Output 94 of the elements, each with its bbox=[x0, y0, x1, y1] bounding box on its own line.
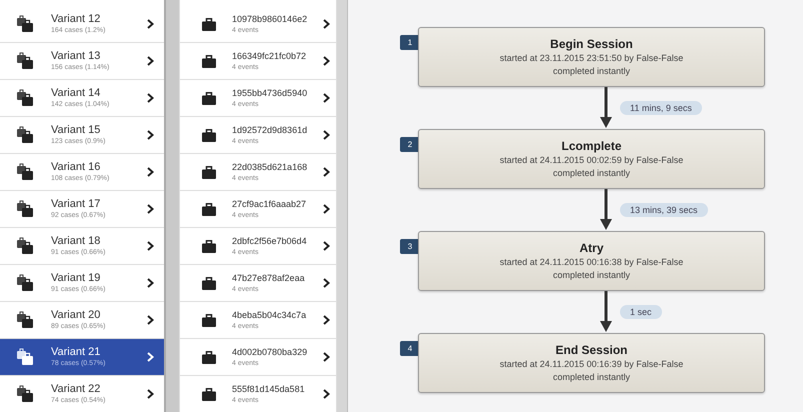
briefcases-icon bbox=[16, 311, 34, 329]
duration-label: 1 sec bbox=[620, 305, 662, 319]
briefcase-icon bbox=[202, 202, 216, 216]
step-number-badge: 4 bbox=[400, 341, 420, 356]
chevron-right-icon bbox=[323, 315, 330, 325]
activity-start: started at 24.11.2015 00:16:39 by False-False bbox=[500, 358, 684, 371]
activity-title: Begin Session bbox=[550, 36, 633, 52]
chevron-right-icon bbox=[323, 93, 330, 103]
chevron-right-icon bbox=[147, 167, 154, 177]
briefcases-icon bbox=[16, 348, 34, 366]
briefcases-icon bbox=[16, 52, 34, 70]
briefcase-icon bbox=[202, 18, 216, 30]
activity-title: Lcomplete bbox=[561, 138, 622, 154]
briefcase-icon bbox=[202, 166, 216, 178]
activity-card[interactable]: Lcomplete started at 24.11.2015 00:02:59 by False-False completed instantly bbox=[418, 129, 765, 189]
chevron-right-icon bbox=[323, 389, 330, 399]
activity-completion: completed instantly bbox=[552, 371, 630, 384]
down-arrow bbox=[600, 87, 612, 128]
case-id: 27cf9ac1f6aaab27 bbox=[232, 198, 308, 211]
briefcases-icon bbox=[16, 163, 34, 181]
case-id: 22d0385d621a168 bbox=[232, 161, 308, 174]
briefcase-icon bbox=[202, 388, 216, 400]
variant-name: Variant 17 bbox=[51, 198, 102, 211]
activity-completion: completed instantly bbox=[552, 167, 630, 180]
briefcases-icon bbox=[16, 15, 34, 33]
chevron-right-icon bbox=[323, 167, 330, 177]
step-number-badge: 2 bbox=[400, 137, 420, 152]
briefcase-icon bbox=[202, 276, 216, 290]
case-id: 2dbfc2f56e7b06d4 bbox=[232, 235, 308, 248]
chevron-right-icon bbox=[323, 352, 330, 362]
down-arrow bbox=[600, 189, 612, 230]
activity-completion: completed instantly bbox=[552, 65, 630, 78]
chevron-right-icon bbox=[323, 278, 330, 288]
variant-name: Variant 21 bbox=[51, 346, 102, 359]
activity-card[interactable]: End Session started at 24.11.2015 00:16:39 by False-False completed instantly bbox=[418, 333, 765, 393]
chevron-right-icon bbox=[147, 93, 154, 103]
activity-start: started at 24.11.2015 00:16:38 by False-False bbox=[500, 256, 684, 269]
chevron-right-icon bbox=[323, 130, 330, 140]
briefcases-icon bbox=[16, 89, 34, 107]
briefcase-icon bbox=[202, 128, 216, 142]
briefcase-icon bbox=[202, 92, 216, 104]
case-id: 555f81d145da581 bbox=[232, 383, 306, 396]
variant-name: Variant 19 bbox=[51, 272, 102, 285]
variant-name: Variant 13 bbox=[51, 50, 102, 63]
activity-card[interactable]: Begin Session started at 23.11.2015 23:51:50 by False-False completed instantly bbox=[418, 27, 765, 87]
briefcases-icon bbox=[16, 274, 34, 292]
activity-title: Atry bbox=[579, 240, 604, 256]
chevron-right-icon bbox=[147, 241, 154, 251]
briefcase-icon bbox=[202, 54, 216, 68]
chevron-right-icon bbox=[147, 204, 154, 214]
case-id: 10978b9860146e2 bbox=[232, 13, 308, 26]
activity-card[interactable]: Atry started at 24.11.2015 00:16:38 by False-False completed instantly bbox=[418, 231, 765, 291]
briefcases-icon bbox=[16, 200, 34, 218]
chevron-right-icon bbox=[147, 130, 154, 140]
briefcase-icon bbox=[202, 240, 216, 252]
step-number-badge: 1 bbox=[400, 35, 420, 50]
down-arrow bbox=[600, 291, 612, 332]
case-id: 47b27e878af2eaa bbox=[232, 272, 306, 285]
chevron-right-icon bbox=[323, 56, 330, 66]
briefcases-icon bbox=[16, 237, 34, 255]
variant-name: Variant 12 bbox=[51, 13, 102, 26]
chevron-right-icon bbox=[147, 389, 154, 399]
chevron-right-icon bbox=[147, 56, 154, 66]
variant-name: Variant 22 bbox=[51, 383, 102, 396]
chevron-right-icon bbox=[147, 315, 154, 325]
briefcases-icon bbox=[16, 385, 34, 403]
case-id: 1d92572d9d8361d bbox=[232, 124, 308, 137]
variant-name: Variant 20 bbox=[51, 309, 102, 322]
chevron-right-icon bbox=[147, 19, 154, 29]
duration-label: 11 mins, 9 secs bbox=[620, 101, 702, 115]
variant-name: Variant 15 bbox=[51, 124, 102, 137]
chevron-right-icon bbox=[147, 352, 154, 362]
briefcases-icon bbox=[16, 126, 34, 144]
briefcase-icon bbox=[202, 314, 216, 326]
pane-splitter[interactable] bbox=[164, 0, 179, 412]
variant-name: Variant 18 bbox=[51, 235, 102, 248]
case-id: 4beba5b04c34c7a bbox=[232, 309, 308, 322]
chevron-right-icon bbox=[323, 204, 330, 214]
activity-start: started at 24.11.2015 00:02:59 by False-False bbox=[500, 154, 684, 167]
activity-title: End Session bbox=[555, 342, 628, 358]
chevron-right-icon bbox=[147, 278, 154, 288]
step-number-badge: 3 bbox=[400, 239, 420, 254]
variant-name: Variant 16 bbox=[51, 161, 102, 174]
case-id: 4d002b0780ba329 bbox=[232, 346, 308, 359]
activity-completion: completed instantly bbox=[552, 269, 630, 282]
case-id: 166349fc21fc0b72 bbox=[232, 50, 308, 63]
activity-start: started at 23.11.2015 23:51:50 by False-False bbox=[500, 52, 684, 65]
variant-name: Variant 14 bbox=[51, 87, 102, 100]
pane-splitter[interactable] bbox=[337, 0, 348, 412]
chevron-right-icon bbox=[323, 241, 330, 251]
duration-label: 13 mins, 39 secs bbox=[620, 203, 708, 217]
case-id: 1955bb4736d5940 bbox=[232, 87, 308, 100]
briefcase-icon bbox=[202, 350, 216, 364]
chevron-right-icon bbox=[323, 19, 330, 29]
